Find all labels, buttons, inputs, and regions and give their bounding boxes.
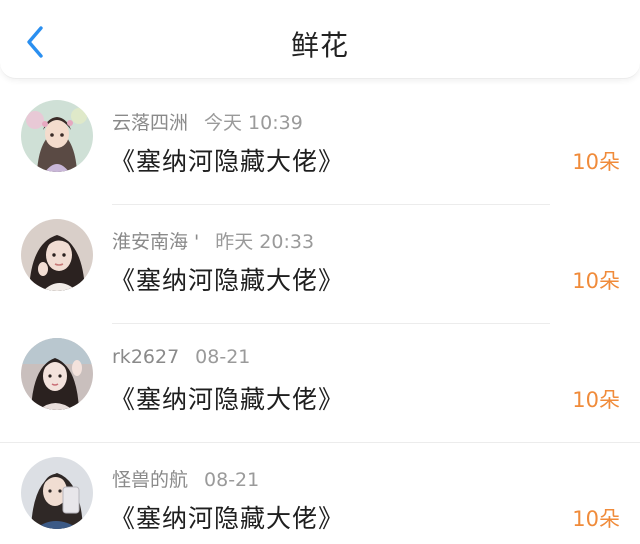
flower-count: 10朵 (572, 269, 620, 293)
book-title[interactable]: 《塞纳河隐藏大佬》 (110, 142, 344, 178)
page-title: 鲜花 (290, 29, 349, 62)
list-item[interactable]: rk2627 08-21 《塞纳河隐藏大佬》 10朵 (0, 324, 640, 443)
book-title[interactable]: 《塞纳河隐藏大佬》 (110, 380, 344, 416)
book-title[interactable]: 《塞纳河隐藏大佬》 (110, 499, 344, 535)
top-bar: 鲜花 (0, 0, 640, 79)
timestamp: 昨天 20:33 (215, 231, 315, 253)
list-item[interactable]: 淮安南海 ' 昨天 20:33 《塞纳河隐藏大佬》 10朵 (0, 205, 640, 324)
record-meta: rk2627 08-21 (112, 346, 250, 368)
avatar[interactable] (21, 100, 93, 172)
timestamp: 今天 10:39 (204, 112, 303, 134)
avatar[interactable] (21, 219, 93, 291)
timestamp: 08-21 (195, 346, 251, 368)
flower-count: 10朵 (572, 150, 620, 174)
avatar[interactable] (21, 457, 93, 529)
flower-record-list: 云落四洲 今天 10:39 《塞纳河隐藏大佬》 10朵 淮安南海 ' 昨天 20… (0, 86, 640, 544)
username[interactable]: rk2627 (112, 346, 179, 368)
record-meta: 云落四洲 今天 10:39 (112, 108, 303, 135)
avatar[interactable] (21, 338, 93, 410)
record-meta: 怪兽的航 08-21 (112, 465, 259, 492)
book-title[interactable]: 《塞纳河隐藏大佬》 (110, 261, 344, 297)
timestamp: 08-21 (204, 469, 260, 491)
username[interactable]: 怪兽的航 (112, 469, 188, 491)
flower-records-screen: 鲜花 云落四洲 今天 10:39 《塞纳河隐藏大佬》 10朵 淮安南海 ' 昨天… (0, 0, 640, 544)
username[interactable]: 淮安南海 ' (112, 231, 199, 253)
username[interactable]: 云落四洲 (112, 112, 188, 134)
record-meta: 淮安南海 ' 昨天 20:33 (112, 227, 314, 254)
flower-count: 10朵 (572, 388, 620, 412)
list-item[interactable]: 云落四洲 今天 10:39 《塞纳河隐藏大佬》 10朵 (0, 86, 640, 205)
flower-count: 10朵 (572, 507, 620, 531)
list-item[interactable]: 怪兽的航 08-21 《塞纳河隐藏大佬》 10朵 (0, 443, 640, 544)
